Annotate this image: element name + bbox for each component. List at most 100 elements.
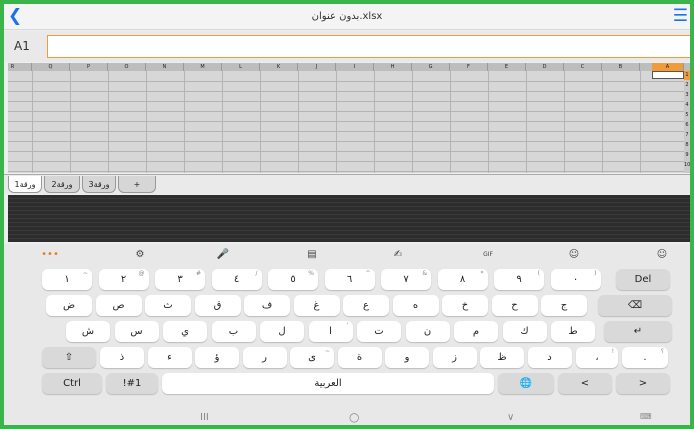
spreadsheet-grid[interactable]: RQPONMLKJIHGFEDCBA 1 2 3 4 5 6 7 8 9 10 bbox=[8, 63, 690, 173]
column-header[interactable]: B bbox=[602, 63, 640, 71]
column-header[interactable]: R bbox=[4, 63, 32, 71]
column-header[interactable]: C bbox=[564, 63, 602, 71]
letter-key[interactable]: ى ~ bbox=[290, 347, 334, 368]
row-header[interactable]: 5 bbox=[684, 111, 690, 120]
row-header[interactable]: 7 bbox=[684, 131, 690, 140]
row-header[interactable]: 3 bbox=[684, 91, 690, 100]
column-header[interactable]: E bbox=[488, 63, 526, 71]
globe-icon[interactable]: 🌐 bbox=[498, 373, 554, 394]
cursor-left-key[interactable]: < bbox=[558, 373, 612, 394]
digit-key[interactable]: ٥% bbox=[268, 269, 318, 290]
letter-key[interactable]: ة bbox=[337, 347, 382, 368]
column-header[interactable]: Q bbox=[32, 63, 70, 71]
settings-icon[interactable]: ⚙ bbox=[130, 247, 150, 263]
letter-key[interactable]: ج bbox=[541, 295, 587, 316]
column-header[interactable]: M bbox=[184, 63, 222, 71]
clipboard-icon[interactable]: ▤ bbox=[302, 247, 322, 263]
letter-key[interactable]: م bbox=[454, 321, 498, 342]
digit-key[interactable]: ٦ ^ bbox=[324, 269, 375, 290]
tab-sheet1[interactable]: ورقة1 bbox=[8, 176, 42, 193]
digit-key[interactable]: ١ ~ bbox=[42, 269, 92, 290]
letter-key[interactable]: ظ bbox=[480, 347, 524, 368]
column-header[interactable]: A bbox=[652, 63, 684, 71]
letter-key[interactable]: ل bbox=[260, 321, 304, 342]
letter-key[interactable]: د bbox=[527, 347, 572, 368]
letter-key[interactable]: ء bbox=[147, 347, 192, 368]
gif-icon[interactable]: GIF bbox=[478, 247, 498, 263]
letter-key[interactable]: ي bbox=[163, 321, 207, 342]
letter-key[interactable]: ن bbox=[405, 321, 450, 342]
column-header[interactable]: J bbox=[298, 63, 336, 71]
letter-key[interactable]: ا ' bbox=[308, 321, 353, 342]
digit-key[interactable]: ٨ * bbox=[437, 269, 488, 290]
letter-key[interactable]: ز bbox=[432, 347, 477, 368]
column-header[interactable]: L bbox=[222, 63, 260, 71]
handwriting-icon[interactable]: ✍ bbox=[388, 247, 408, 263]
symbols-key[interactable]: !#1 bbox=[106, 373, 158, 394]
letter-key[interactable]: ؤ bbox=[195, 347, 239, 368]
letter-key[interactable]: س bbox=[114, 321, 159, 342]
emoji-icon[interactable]: ☺ bbox=[652, 247, 672, 263]
column-header[interactable]: G bbox=[412, 63, 450, 71]
keyboard-icon[interactable]: ⌨ bbox=[640, 412, 652, 421]
letter-key[interactable]: ص bbox=[95, 295, 142, 316]
formula-input[interactable] bbox=[47, 35, 690, 58]
row-header[interactable]: 1 bbox=[684, 71, 690, 80]
more-options-icon[interactable]: ••• bbox=[40, 247, 60, 263]
digit-key[interactable]: ٤/ bbox=[211, 269, 262, 290]
digit-key[interactable]: ٢ @ bbox=[98, 269, 149, 290]
letter-key[interactable]: ع bbox=[343, 295, 389, 316]
letter-key[interactable]: ق bbox=[194, 295, 241, 316]
column-header[interactable]: H bbox=[374, 63, 412, 71]
column-header[interactable]: D bbox=[526, 63, 564, 71]
letter-key[interactable]: ط bbox=[551, 321, 595, 342]
tab-sheet2[interactable]: ورقة2 bbox=[44, 176, 80, 193]
recent-apps-button[interactable]: III bbox=[200, 412, 209, 423]
letter-key[interactable]: ف bbox=[244, 295, 290, 316]
letter-key[interactable]: ش bbox=[66, 321, 110, 342]
sticker-icon[interactable]: ☺ bbox=[564, 247, 584, 263]
row-header[interactable]: 2 bbox=[684, 81, 690, 90]
digit-key[interactable]: ٣ # bbox=[155, 269, 205, 290]
column-header[interactable]: F bbox=[450, 63, 488, 71]
cursor-right-key[interactable]: > bbox=[616, 373, 670, 394]
column-header[interactable]: K bbox=[260, 63, 298, 71]
row-header[interactable]: 8 bbox=[684, 141, 690, 150]
letter-key[interactable]: ض bbox=[46, 295, 92, 316]
letter-key[interactable]: ر bbox=[242, 347, 287, 368]
selected-cell[interactable] bbox=[652, 71, 684, 79]
column-header[interactable]: O bbox=[108, 63, 146, 71]
period-key[interactable]: . ؟ bbox=[622, 347, 668, 368]
row-header[interactable]: 10 bbox=[684, 161, 690, 170]
letter-key[interactable]: غ bbox=[293, 295, 340, 316]
row-header[interactable]: 9 bbox=[684, 151, 690, 160]
digit-key[interactable]: ٧ & bbox=[381, 269, 431, 290]
letter-key[interactable]: ت bbox=[357, 321, 401, 342]
column-header[interactable]: N bbox=[146, 63, 184, 71]
digit-key[interactable]: ٠) bbox=[550, 269, 601, 290]
letter-key[interactable]: ذ bbox=[100, 347, 144, 368]
menu-icon[interactable]: ☰ bbox=[673, 6, 688, 26]
letter-key[interactable]: خ bbox=[442, 295, 488, 316]
letter-key[interactable]: ب bbox=[211, 321, 256, 342]
add-sheet-button[interactable]: + bbox=[118, 176, 156, 193]
delete-key[interactable]: Del bbox=[616, 269, 670, 290]
letter-key[interactable]: ح bbox=[491, 295, 538, 316]
space-key[interactable]: العربية bbox=[162, 373, 494, 394]
backspace-icon[interactable]: ⌫ bbox=[598, 295, 672, 316]
enter-icon[interactable]: ↵ bbox=[604, 321, 672, 342]
comma-key[interactable]: ،! bbox=[576, 347, 618, 368]
letter-key[interactable]: ك bbox=[502, 321, 547, 342]
row-header[interactable]: 4 bbox=[684, 101, 690, 110]
letter-key[interactable]: و bbox=[385, 347, 429, 368]
home-button[interactable]: ○ bbox=[349, 410, 359, 424]
row-header[interactable]: 6 bbox=[684, 121, 690, 130]
microphone-icon[interactable]: 🎤 bbox=[213, 247, 233, 263]
tab-sheet3[interactable]: ورقة3 bbox=[82, 176, 116, 193]
letter-key[interactable]: ث bbox=[145, 295, 191, 316]
digit-key[interactable]: ٩( bbox=[494, 269, 544, 290]
shift-icon[interactable]: ⇧ bbox=[42, 347, 96, 368]
column-header[interactable]: P bbox=[70, 63, 108, 71]
ctrl-key[interactable]: Ctrl bbox=[42, 373, 102, 394]
letter-key[interactable]: ه bbox=[392, 295, 439, 316]
